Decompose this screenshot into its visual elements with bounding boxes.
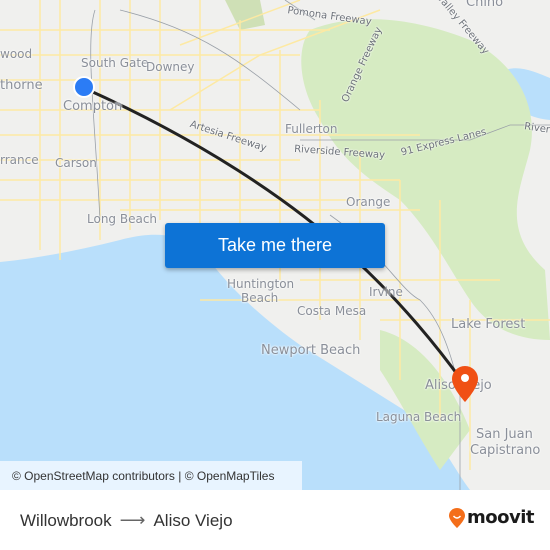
moovit-logo[interactable]: moovit — [449, 507, 535, 528]
take-me-there-button[interactable]: Take me there — [165, 223, 385, 268]
map-pin-icon — [452, 366, 478, 402]
map-label: San Juan — [476, 427, 533, 442]
map-label: Costa Mesa — [297, 304, 367, 318]
map-label: Compton — [63, 99, 123, 114]
destination-name: Aliso Viejo — [153, 510, 233, 530]
map-label: South Gate — [81, 56, 149, 70]
map-label: Irvine — [369, 285, 403, 299]
map-label: Chino — [466, 0, 504, 10]
map-label: thorne — [0, 78, 43, 93]
map[interactable]: wood thorne South Gate Downey Compton Ca… — [0, 0, 550, 490]
map-label: Newport Beach — [261, 343, 361, 358]
route-summary: Willowbrook ⟶ Aliso Viejo — [20, 510, 233, 531]
map-attribution[interactable]: © OpenStreetMap contributors | © OpenMap… — [0, 461, 302, 490]
arrow-right-icon: ⟶ — [119, 510, 146, 530]
moovit-pin-icon — [449, 507, 465, 528]
map-label: Lake Forest — [451, 317, 526, 332]
brand-name: moovit — [467, 507, 535, 528]
map-label: Laguna Beach — [376, 410, 462, 424]
map-label: Fullerton — [285, 122, 338, 136]
map-label: Huntington — [227, 277, 295, 291]
map-label: wood — [0, 47, 33, 61]
map-label: Long Beach — [87, 212, 158, 226]
origin-name: Willowbrook — [20, 510, 112, 530]
map-label: Orange — [346, 195, 391, 209]
map-label: rrance — [0, 153, 39, 167]
map-label: Downey — [146, 60, 195, 74]
map-label: Capistrano — [470, 443, 541, 458]
origin-marker[interactable] — [73, 76, 95, 98]
map-label: Beach — [241, 291, 279, 305]
map-label: Carson — [55, 156, 97, 170]
